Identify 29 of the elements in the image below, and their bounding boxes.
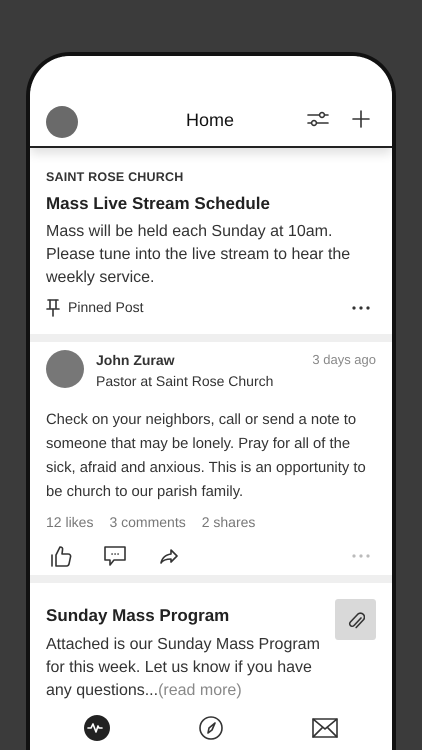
post-body: Attached is our Sunday Mass Program for this week. Let us know if you have any questions...(read more)	[46, 634, 321, 701]
pulse-icon	[82, 712, 112, 742]
read-more-link[interactable]: (read more)	[158, 682, 242, 699]
speech-bubble-icon	[103, 545, 127, 568]
tab-button[interactable]	[82, 712, 112, 742]
pinned-label: Pinned Post	[68, 298, 144, 318]
post-stat[interactable]: 3 comments	[109, 512, 186, 534]
attachment-button[interactable]	[335, 599, 376, 640]
profile-avatar[interactable]	[46, 106, 78, 138]
post-stat[interactable]: 12 likes	[46, 512, 94, 534]
post-time: 3 days ago	[312, 351, 376, 370]
organization-name: SAINT ROSE CHURCH	[46, 169, 184, 186]
post-title: Mass Live Stream Schedule	[46, 192, 271, 215]
post-stat[interactable]: 2 shares	[202, 512, 256, 534]
pin-icon	[46, 298, 60, 317]
header-title: Home	[184, 109, 235, 132]
author-role: Pastor at Saint Rose Church	[96, 372, 274, 392]
post-title: Sunday Mass Program	[46, 605, 230, 628]
more-icon	[352, 306, 370, 310]
share-arrow-icon	[159, 548, 179, 564]
more-icon	[352, 554, 370, 558]
post-body: Check on your neighbors, call or send a note to someone that may be lonely. Pray for all of the sick, afraid and anxious. This is an opportunity to be church to our parish family.	[46, 411, 367, 502]
author-name[interactable]: John Zuraw	[96, 350, 304, 372]
sliders-icon	[306, 110, 328, 128]
plus-icon	[352, 110, 370, 128]
post-body: Mass will be held each Sunday at 10am. Please tune into the live stream to hear the weekly service.	[46, 222, 352, 288]
author-avatar[interactable]	[46, 350, 84, 388]
thumbs-up-icon	[50, 545, 72, 568]
paperclip-icon	[346, 610, 364, 630]
